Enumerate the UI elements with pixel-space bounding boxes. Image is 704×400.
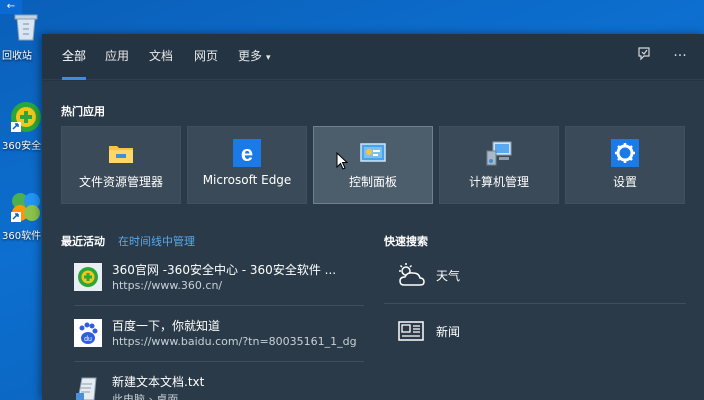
computer-management-icon (485, 139, 513, 167)
tab-more[interactable]: 更多 ▾ (238, 34, 271, 80)
more-options-icon[interactable]: ··· (670, 46, 690, 66)
360-software-icon (9, 190, 43, 224)
quick-search-label: 天气 (436, 269, 461, 283)
mouse-cursor-icon (336, 151, 349, 170)
svg-text:e: e (241, 141, 253, 166)
edge-icon: e (233, 139, 261, 167)
baidu-icon: du (74, 319, 102, 347)
app-tile-file-explorer[interactable]: 文件资源管理器 (61, 126, 181, 204)
app-tile-control-panel[interactable]: 控制面板 (313, 126, 433, 204)
control-panel-icon (359, 139, 387, 167)
recent-item[interactable]: 新建文本文档.txt 此电脑 › 桌面 (74, 367, 374, 400)
recent-item-title: 百度一下，你就知道 (112, 319, 221, 333)
tab-more-label: 更多 (238, 49, 263, 63)
360-safe-icon (9, 100, 43, 134)
quick-search-news[interactable]: 新闻 (396, 309, 686, 355)
recent-activity-title: 最近活动 (61, 235, 105, 248)
quick-search-label: 新闻 (436, 325, 461, 339)
windows-search-panel: 全部 应用 文档 网页 更多 ▾ ··· 热门应用 文件资源管理器 e Micro… (42, 34, 704, 400)
app-tile-label: 文件资源管理器 (78, 175, 163, 189)
text-file-icon (74, 375, 102, 400)
search-results-area: 热门应用 文件资源管理器 e Microsoft Edge 控制面板 计算机管理 (42, 81, 704, 400)
tab-all[interactable]: 全部 (62, 34, 87, 80)
recent-item-url: 此电脑 › 桌面 (112, 393, 179, 400)
weather-icon (396, 261, 426, 289)
recent-item-url: https://www.360.cn/ (112, 279, 223, 292)
quick-search-title: 快速搜索 (384, 235, 428, 248)
tab-web[interactable]: 网页 (194, 34, 218, 80)
tab-apps[interactable]: 应用 (105, 34, 129, 80)
divider (384, 303, 686, 304)
search-tab-bar: 全部 应用 文档 网页 更多 ▾ ··· (42, 34, 704, 80)
recent-item-title: 360官网 -360安全中心 - 360安全软件 ... (112, 263, 337, 277)
folder-icon (107, 139, 135, 167)
news-icon (396, 317, 426, 345)
app-tile-label: 设置 (612, 175, 637, 189)
app-tile-settings[interactable]: 设置 (565, 126, 685, 204)
tab-documents[interactable]: 文档 (149, 34, 173, 80)
manage-in-timeline-link[interactable]: 在时间线中管理 (118, 233, 195, 249)
recent-item-title: 新建文本文档.txt (112, 375, 205, 389)
hot-apps-title: 热门应用 (61, 105, 105, 118)
recent-item-url: https://www.baidu.com/?tn=80035161_1_dg (112, 335, 357, 348)
app-tile-label: 计算机管理 (468, 175, 529, 189)
gear-icon (611, 139, 639, 167)
recent-item[interactable]: du 百度一下，你就知道 https://www.baidu.com/?tn=8… (74, 311, 374, 359)
app-tile-label: Microsoft Edge (202, 173, 292, 187)
360-icon (74, 263, 102, 291)
quick-search-weather[interactable]: 天气 (396, 253, 686, 299)
app-tile-computer-management[interactable]: 计算机管理 (439, 126, 559, 204)
recent-item[interactable]: 360官网 -360安全中心 - 360安全软件 ... https://www… (74, 255, 374, 303)
app-tile-microsoft-edge[interactable]: e Microsoft Edge (187, 126, 307, 204)
svg-text:du: du (84, 336, 92, 343)
divider (74, 305, 364, 306)
feedback-icon[interactable] (634, 46, 654, 66)
divider (74, 361, 364, 362)
chevron-down-icon: ▾ (266, 53, 271, 63)
recycle-bin-icon (9, 10, 43, 44)
app-tile-label: 控制面板 (348, 175, 397, 189)
